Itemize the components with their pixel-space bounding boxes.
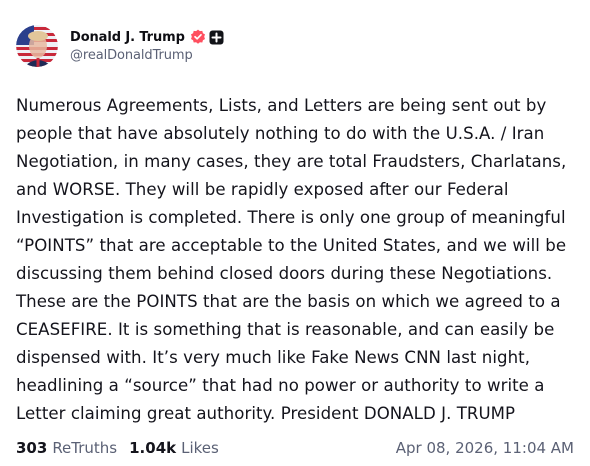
display-name[interactable]: Donald J. Trump bbox=[70, 30, 185, 45]
retruths-label: ReTruths bbox=[52, 439, 118, 457]
post-body: Numerous Agreements, Lists, and Letters … bbox=[16, 96, 567, 423]
post-timestamp[interactable]: Apr 08, 2026, 11:04 AM bbox=[396, 439, 574, 457]
plus-badge-icon bbox=[209, 30, 224, 45]
likes-stat[interactable]: 1.04k Likes bbox=[129, 439, 219, 457]
verified-badge-icon bbox=[190, 29, 206, 45]
retruths-stat[interactable]: 303 ReTruths bbox=[16, 439, 117, 457]
name-row: Donald J. Trump bbox=[70, 27, 224, 47]
retruths-count: 303 bbox=[16, 439, 48, 457]
post-header: Donald J. Trump @realDonaldTrump bbox=[16, 25, 224, 67]
author-names: Donald J. Trump @realDonaldTrump bbox=[70, 27, 224, 63]
author-handle[interactable]: @realDonaldTrump bbox=[70, 48, 224, 63]
likes-label: Likes bbox=[181, 439, 219, 457]
avatar[interactable] bbox=[16, 25, 58, 67]
likes-count: 1.04k bbox=[129, 439, 177, 457]
truth-post: Donald J. Trump @realDonaldTrump Numerou… bbox=[0, 0, 590, 466]
post-footer: 303 ReTruths 1.04k Likes Apr 08, 2026, 1… bbox=[16, 437, 574, 459]
